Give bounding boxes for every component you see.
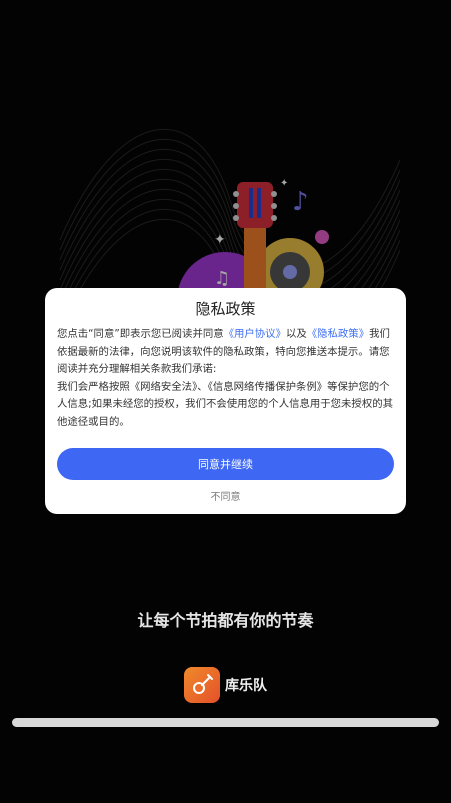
disagree-button[interactable]: 不同意 <box>45 488 406 503</box>
app-logo <box>184 667 220 703</box>
guitar-icon <box>193 674 213 694</box>
app-brand: 库乐队 <box>184 667 267 703</box>
privacy-policy-dialog: 隐私政策 您点击“同意”即表示您已阅读并同意《用户协议》以及《隐私政策》我们依据… <box>45 288 406 514</box>
policy-text: 以及 <box>285 328 307 340</box>
policy-paragraph-2: 我们会严格按照《网络安全法》、《信息网络传播保护条例》等保护您的个人信息;如果未… <box>57 380 393 428</box>
policy-paragraph-1: 您点击“同意”即表示您已阅读并同意《用户协议》以及《隐私政策》我们依据最新的法律… <box>57 326 394 379</box>
privacy-policy-link[interactable]: 《隐私政策》 <box>307 328 369 340</box>
dialog-title: 隐私政策 <box>195 300 256 318</box>
splash-screen: ✦ ✦ ♪ ♫ 隐私政策 您点击“同意”即表示您已阅读并同意《用户协议》以及《隐… <box>0 0 451 803</box>
user-agreement-link[interactable]: 《用户协议》 <box>224 328 286 340</box>
dialog-body: 您点击“同意”即表示您已阅读并同意《用户协议》以及《隐私政策》我们依据最新的法律… <box>57 326 394 431</box>
slogan-text: 让每个节拍都有你的节奏 <box>137 611 314 630</box>
home-indicator[interactable] <box>12 718 439 727</box>
policy-text: 您点击“同意”即表示您已阅读并同意 <box>57 328 224 340</box>
app-name: 库乐队 <box>225 678 267 694</box>
agree-and-continue-button[interactable]: 同意并继续 <box>57 448 394 480</box>
